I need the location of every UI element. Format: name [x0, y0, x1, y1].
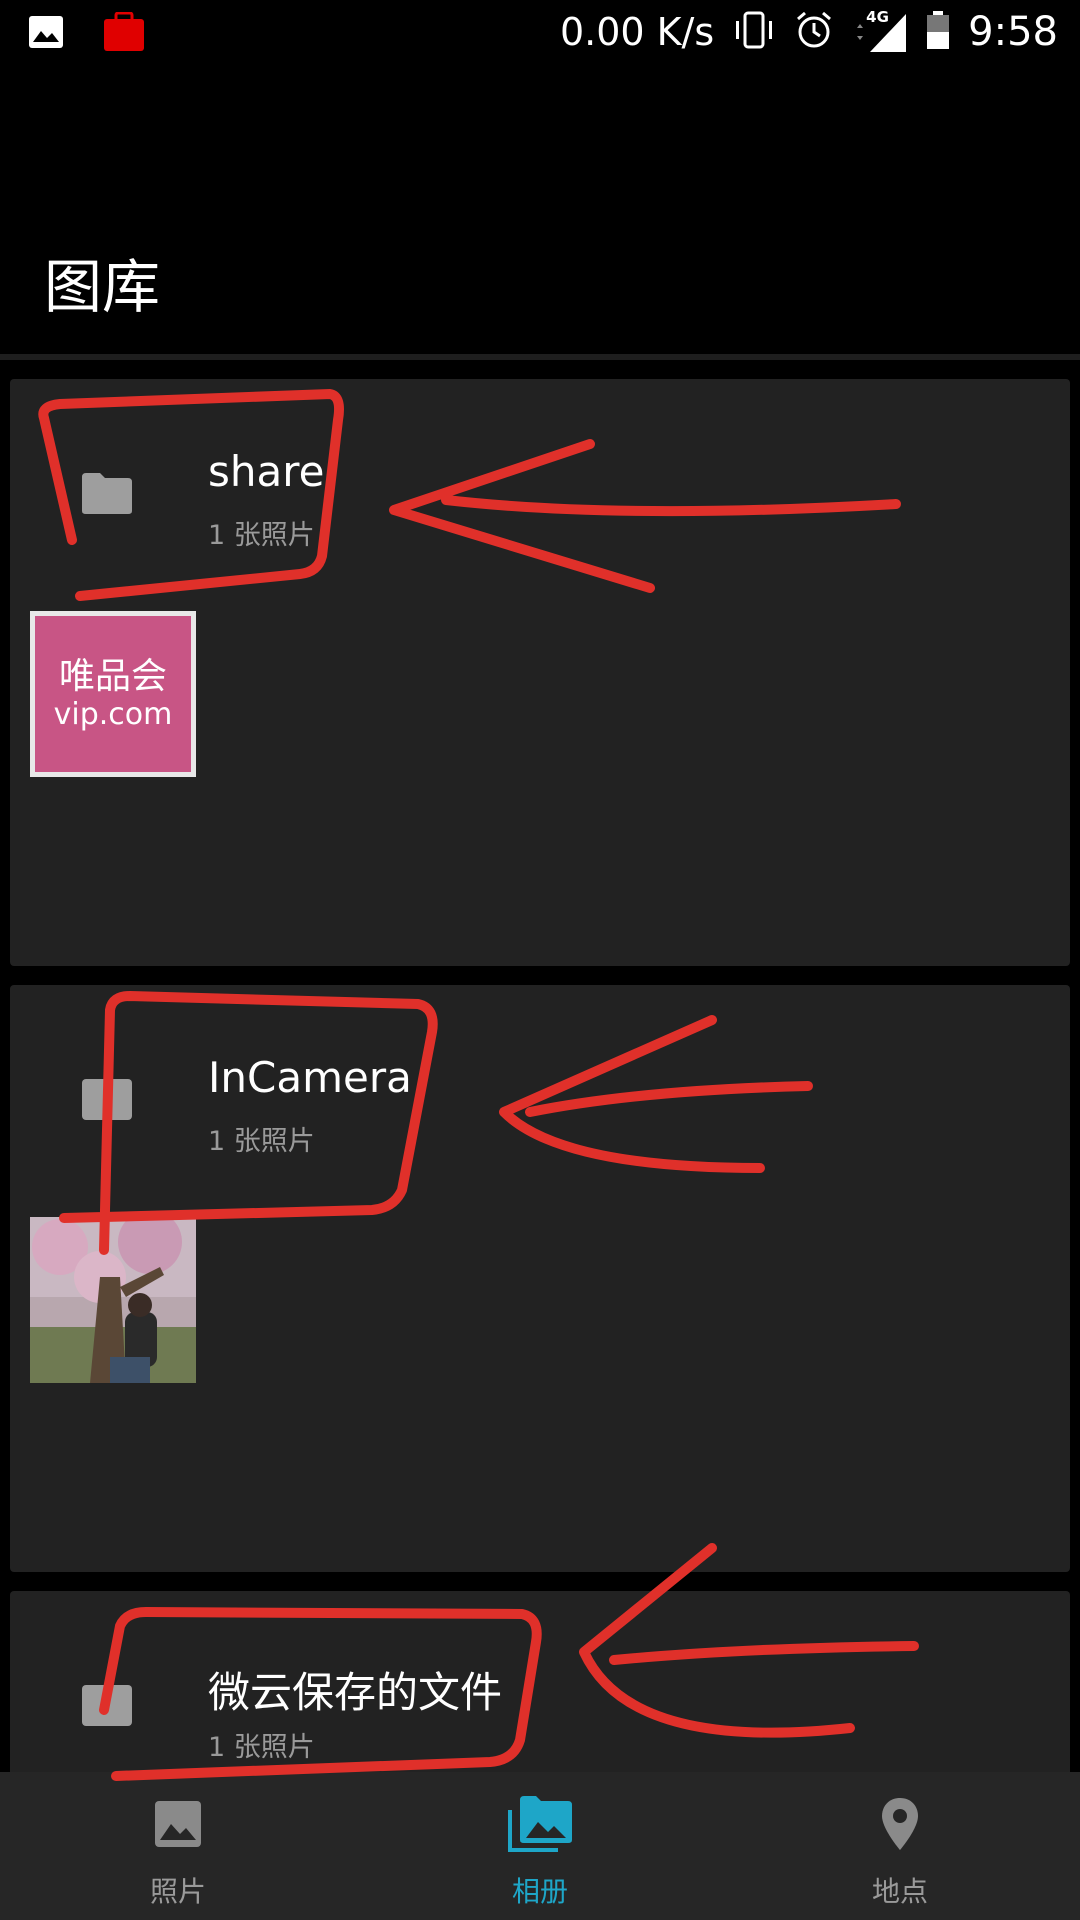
folder-icon — [80, 471, 134, 515]
location-pin-icon — [880, 1792, 920, 1856]
vip-logo-domain: vip.com — [53, 697, 173, 732]
network-speed: 0.00 K/s — [559, 10, 715, 54]
albums-icon — [508, 1792, 572, 1856]
header-divider — [0, 354, 1080, 360]
status-bar: 0.00 K/s 4G 9:58 — [0, 0, 1080, 64]
signal-4g-icon: 4G — [852, 8, 908, 54]
album-name: share — [208, 447, 325, 496]
album-card-share[interactable]: share 1 张照片 唯品会 vip.com — [10, 379, 1070, 966]
album-count: 1 张照片 — [208, 1732, 315, 1763]
album-thumbnail[interactable] — [30, 1210, 196, 1383]
photo-icon — [154, 1792, 202, 1856]
battery-icon — [926, 10, 950, 54]
folder-icon — [80, 1077, 134, 1121]
nav-places-label: 地点 — [871, 1875, 928, 1908]
album-count: 1 张照片 — [208, 520, 315, 551]
nav-albums[interactable]: 相册 — [430, 1772, 650, 1920]
album-thumbnail[interactable]: 唯品会 vip.com — [30, 611, 196, 777]
vibrate-icon — [732, 10, 776, 54]
nav-places[interactable]: 地点 — [790, 1772, 1010, 1920]
album-card-incamera[interactable]: InCamera 1 张照片 — [10, 985, 1070, 1572]
nav-albums-label: 相册 — [511, 1875, 568, 1908]
page-title: 图库 — [44, 253, 161, 321]
album-name: 微云保存的文件 — [208, 1668, 503, 1717]
network-type: 4G — [866, 8, 889, 26]
alarm-icon — [794, 10, 834, 54]
album-count: 1 张照片 — [208, 1126, 315, 1157]
nav-photos[interactable]: 照片 — [68, 1772, 288, 1920]
vip-logo-text: 唯品会 — [58, 656, 167, 697]
briefcase-app-icon — [102, 11, 146, 56]
album-name: InCamera — [208, 1053, 412, 1102]
bottom-navigation: 照片 相册 地点 — [0, 1772, 1080, 1920]
folder-icon — [80, 1683, 134, 1727]
clock: 9:58 — [968, 9, 1058, 55]
vip-logo: 唯品会 vip.com — [35, 616, 191, 772]
image-notification-icon — [28, 15, 64, 53]
nav-photos-label: 照片 — [149, 1875, 206, 1908]
